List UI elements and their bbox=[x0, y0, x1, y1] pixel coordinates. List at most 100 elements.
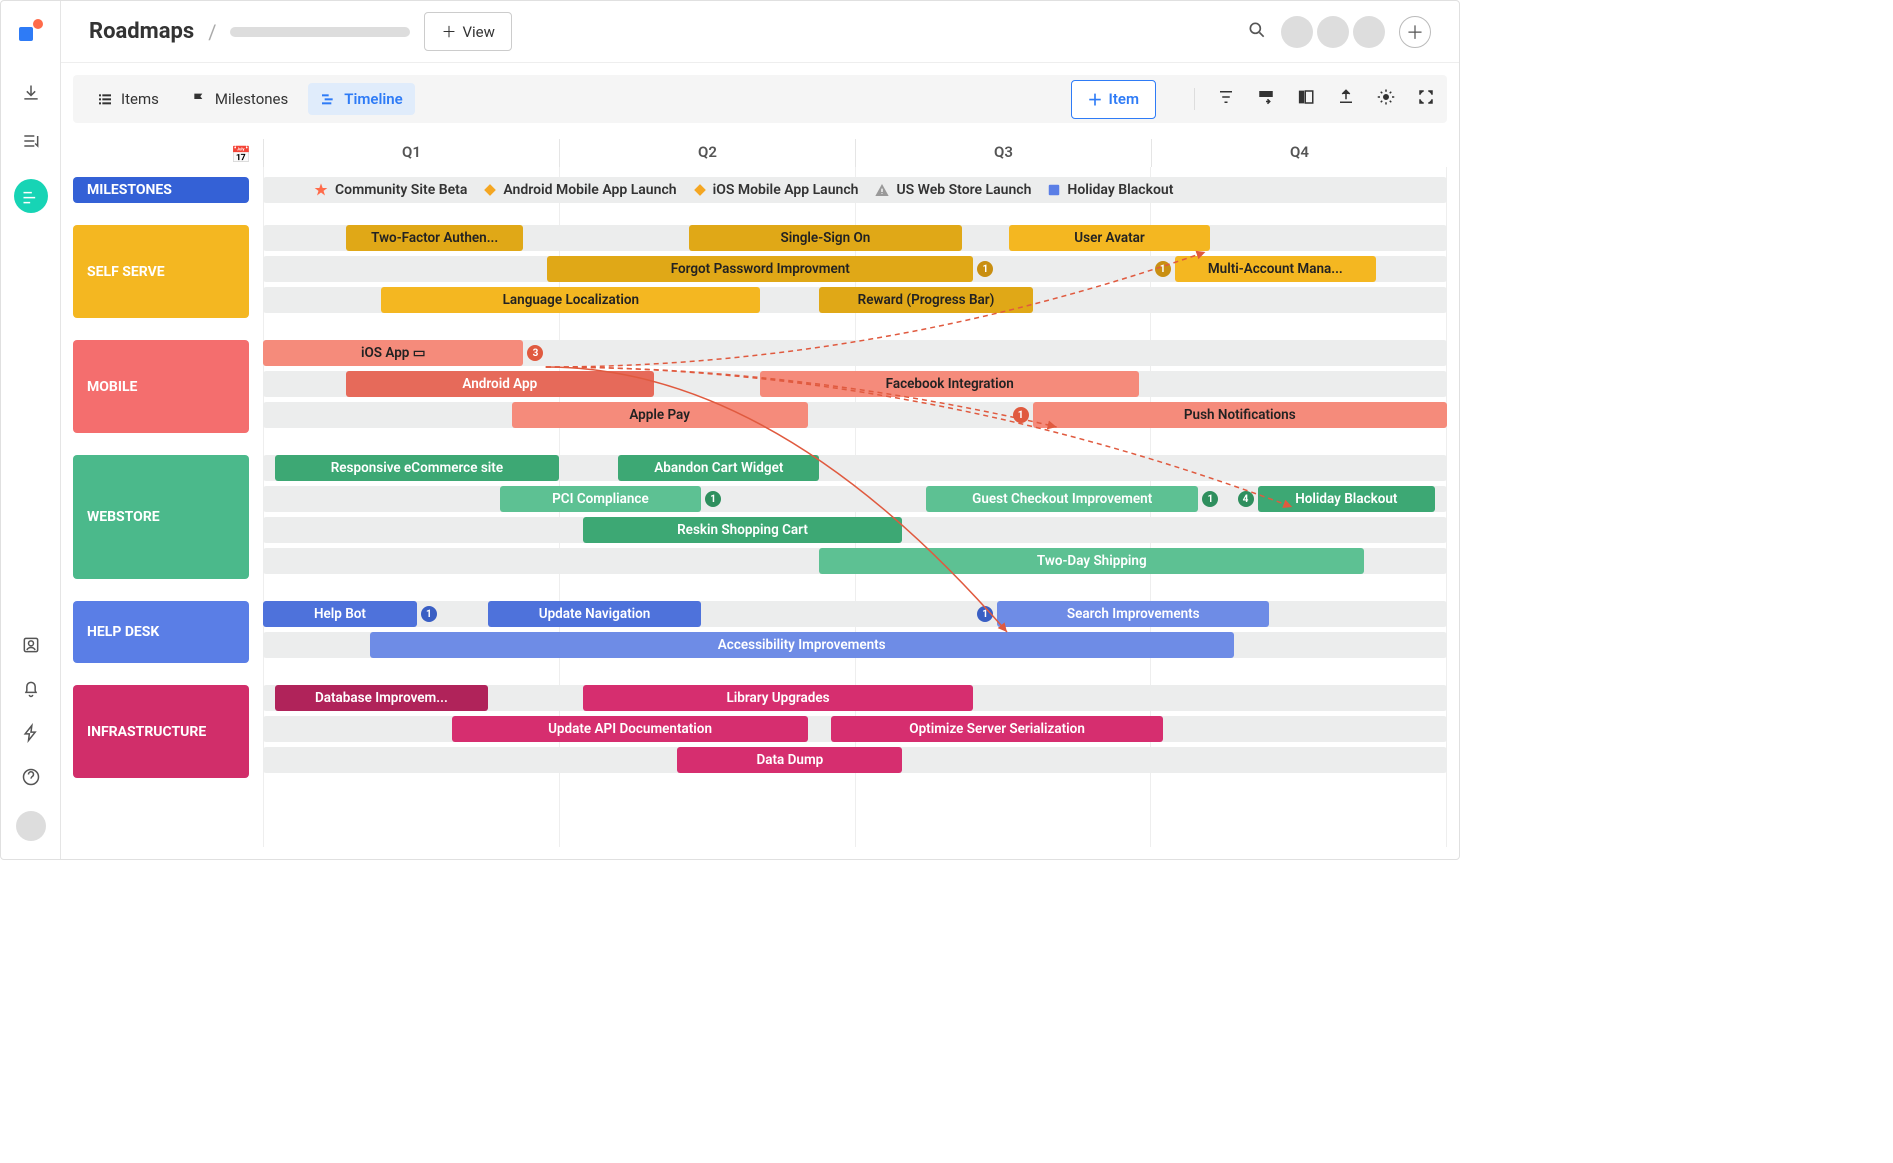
add-view-button[interactable]: ＋View bbox=[424, 12, 511, 51]
timeline-bar[interactable]: Reskin Shopping Cart bbox=[583, 517, 903, 543]
timeline-bar[interactable]: Forgot Password Improvment1 bbox=[547, 256, 973, 282]
timeline-bar[interactable]: Library Upgrades bbox=[583, 685, 974, 711]
milestone-item[interactable]: Holiday Blackout bbox=[1047, 182, 1173, 198]
dependency-badge[interactable]: 3 bbox=[527, 345, 543, 361]
lane-label-milestones[interactable]: MILESTONES bbox=[73, 177, 249, 203]
dependency-badge[interactable]: 4 bbox=[1238, 491, 1254, 507]
link-icon[interactable] bbox=[1257, 88, 1275, 110]
fullscreen-icon[interactable] bbox=[1417, 88, 1435, 110]
timeline-bar[interactable]: Single-Sign On bbox=[689, 225, 961, 251]
lane-body: Responsive eCommerce site Abandon Cart Wi… bbox=[263, 455, 1447, 579]
contact-icon[interactable] bbox=[20, 635, 42, 655]
date-settings-icon[interactable]: 📅 bbox=[231, 145, 251, 164]
download-icon[interactable] bbox=[20, 83, 42, 103]
timeline-row: Two-Factor Authen... Single-Sign On User A… bbox=[263, 225, 1447, 251]
avatar[interactable] bbox=[1281, 16, 1313, 48]
milestone-item[interactable]: Android Mobile App Launch bbox=[483, 182, 676, 198]
timeline-bar[interactable]: Guest Checkout Improvement1 bbox=[926, 486, 1198, 512]
timeline-bar[interactable]: Optimize Server Serialization bbox=[831, 716, 1163, 742]
lane-label-selfserve[interactable]: SELF SERVE bbox=[73, 225, 249, 318]
timeline-bar[interactable]: PCI Compliance1 bbox=[500, 486, 701, 512]
quarter-header: Q2 bbox=[559, 139, 855, 167]
timeline-bar[interactable]: Abandon Cart Widget bbox=[618, 455, 819, 481]
timeline-bar[interactable]: Reward (Progress Bar) bbox=[819, 287, 1032, 313]
lane-label-mobile[interactable]: MOBILE bbox=[73, 340, 249, 433]
timeline-bar[interactable]: Apple Pay bbox=[512, 402, 808, 428]
timeline-bar[interactable]: iOS App ▭3 bbox=[263, 340, 523, 366]
search-icon[interactable] bbox=[1247, 20, 1267, 44]
timeline-row: Android App Facebook Integration bbox=[263, 371, 1447, 397]
quarter-header: Q3 bbox=[855, 139, 1151, 167]
timeline-row: Language Localization Reward (Progress Ba… bbox=[263, 287, 1447, 313]
timeline-bar[interactable]: Update API Documentation bbox=[452, 716, 807, 742]
milestone-item[interactable]: US Web Store Launch bbox=[874, 182, 1031, 198]
lane-body: Help Bot1 Update Navigation Search Improve… bbox=[263, 601, 1447, 663]
dependency-badge[interactable]: 1 bbox=[977, 606, 993, 622]
timeline-row: Database Improvem... Library Upgrades bbox=[263, 685, 1447, 711]
lane-label-helpdesk[interactable]: HELP DESK bbox=[73, 601, 249, 663]
dependency-badge[interactable]: 1 bbox=[1202, 491, 1218, 507]
gear-icon[interactable] bbox=[1377, 88, 1395, 110]
filter-icon[interactable] bbox=[1217, 88, 1235, 110]
quarter-header: Q4 bbox=[1151, 139, 1447, 167]
timeline-row: Apple Pay Push Notifications1 bbox=[263, 402, 1447, 428]
tab-timeline[interactable]: Timeline bbox=[308, 83, 414, 115]
dependency-badge[interactable]: 1 bbox=[1013, 407, 1029, 423]
timeline-bar[interactable]: Search Improvements1 bbox=[997, 601, 1269, 627]
timeline-nav-icon[interactable] bbox=[14, 179, 48, 213]
timeline-area: 📅 Q1Q2Q3Q4 MILESTONES Community Site Beta… bbox=[73, 139, 1447, 847]
top-header: Roadmaps / ＋View ＋ bbox=[61, 1, 1459, 63]
timeline-row: Responsive eCommerce site Abandon Cart Wi… bbox=[263, 455, 1447, 481]
dependency-badge[interactable]: 1 bbox=[421, 606, 437, 622]
milestone-item[interactable]: iOS Mobile App Launch bbox=[693, 182, 859, 198]
left-nav-rail bbox=[1, 1, 61, 859]
export-icon[interactable] bbox=[1337, 88, 1355, 110]
lane-label-infra[interactable]: INFRASTRUCTURE bbox=[73, 685, 249, 778]
list-icon[interactable] bbox=[20, 131, 42, 151]
lane-body: Database Improvem... Library Upgrades Upda… bbox=[263, 685, 1447, 778]
lane-body: Community Site Beta Android Mobile App La… bbox=[263, 177, 1447, 203]
lane-body: Two-Factor Authen... Single-Sign On User A… bbox=[263, 225, 1447, 318]
user-avatar[interactable] bbox=[16, 811, 46, 841]
timeline-row: Update API Documentation Optimize Server … bbox=[263, 716, 1447, 742]
timeline-bar[interactable]: Two-Factor Authen... bbox=[346, 225, 524, 251]
avatar[interactable] bbox=[1353, 16, 1385, 48]
tab-milestones[interactable]: Milestones bbox=[179, 83, 300, 115]
help-icon[interactable] bbox=[20, 767, 42, 787]
timeline-bar[interactable]: Facebook Integration bbox=[760, 371, 1139, 397]
timeline-bar[interactable]: Language Localization bbox=[381, 287, 760, 313]
view-tabs: Items Milestones Timeline ＋Item bbox=[73, 75, 1447, 123]
bell-icon[interactable] bbox=[20, 679, 42, 699]
timeline-bar[interactable]: Responsive eCommerce site bbox=[275, 455, 559, 481]
page-title: Roadmaps bbox=[89, 19, 194, 44]
timeline-bar[interactable]: User Avatar bbox=[1009, 225, 1210, 251]
lane-body: iOS App ▭3 Android App Facebook Integratio… bbox=[263, 340, 1447, 433]
timeline-bar[interactable]: Update Navigation bbox=[488, 601, 701, 627]
add-collaborator-button[interactable]: ＋ bbox=[1399, 16, 1431, 48]
dependency-badge[interactable]: 1 bbox=[977, 261, 993, 277]
timeline-bar[interactable]: Help Bot1 bbox=[263, 601, 417, 627]
timeline-row: Help Bot1 Update Navigation Search Improve… bbox=[263, 601, 1447, 627]
dependency-badge[interactable]: 1 bbox=[1155, 261, 1171, 277]
timeline-bar[interactable]: Push Notifications1 bbox=[1033, 402, 1447, 428]
timeline-bar[interactable]: Holiday Blackout4 bbox=[1258, 486, 1436, 512]
dependency-badge[interactable]: 1 bbox=[705, 491, 721, 507]
add-item-button[interactable]: ＋Item bbox=[1071, 80, 1156, 119]
tab-items[interactable]: Items bbox=[85, 83, 171, 115]
milestone-item[interactable]: Community Site Beta bbox=[313, 182, 467, 198]
timeline-bar[interactable]: Database Improvem... bbox=[275, 685, 488, 711]
timeline-row: PCI Compliance1 Guest Checkout Improvemen… bbox=[263, 486, 1447, 512]
bolt-icon[interactable] bbox=[20, 723, 42, 743]
timeline-bar[interactable]: Two-Day Shipping bbox=[819, 548, 1364, 574]
lane-label-webstore[interactable]: WEBSTORE bbox=[73, 455, 249, 579]
timeline-bar[interactable]: Data Dump bbox=[677, 747, 902, 773]
timeline-bar[interactable]: Android App bbox=[346, 371, 654, 397]
avatar[interactable] bbox=[1317, 16, 1349, 48]
timeline-bar[interactable]: Multi-Account Mana...1 bbox=[1175, 256, 1376, 282]
timeline-row: Forgot Password Improvment1 Multi-Account… bbox=[263, 256, 1447, 282]
layout-icon[interactable] bbox=[1297, 88, 1315, 110]
breadcrumb-placeholder bbox=[230, 27, 410, 37]
timeline-bar[interactable]: Accessibility Improvements bbox=[370, 632, 1234, 658]
timeline-row: iOS App ▭3 bbox=[263, 340, 1447, 366]
quarter-header: Q1 bbox=[263, 139, 559, 167]
